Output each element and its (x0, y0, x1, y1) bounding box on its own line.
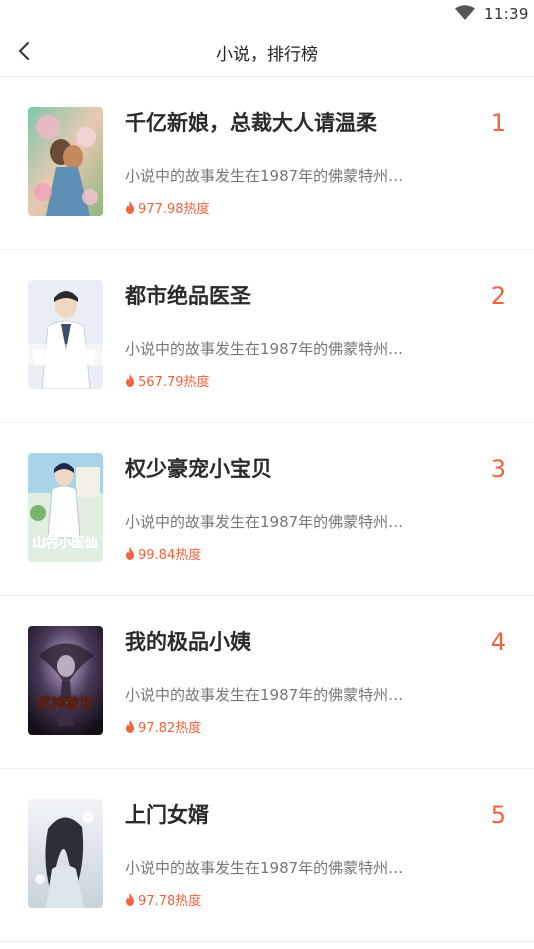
rank-number: 3 (490, 455, 506, 483)
book-title: 权少豪宠小宝贝 (125, 456, 272, 481)
book-description: 小说中的故事发生在1987年的佛蒙特州… (125, 167, 404, 185)
flame-icon (126, 374, 134, 387)
rank-number: 4 (490, 628, 506, 656)
heat-value: 977.98热度 (138, 202, 210, 217)
book-description: 小说中的故事发生在1987年的佛蒙特州… (125, 859, 404, 877)
heat-badge: 567.79热度 (125, 371, 210, 390)
book-title: 我的极品小姨 (125, 629, 251, 654)
ranking-list: 千亿新娘，总裁大人请温柔 1 小说中的故事发生在1987年的佛蒙特州… 977.… (0, 77, 534, 942)
nav-bar: 小说，排行榜 (0, 28, 534, 77)
list-item[interactable]: 山村小医仙 权少豪宠小宝贝 3 小说中的故事发生在1987年的佛蒙特州… 99.… (0, 423, 534, 596)
book-cover: 山村小医仙 (28, 453, 103, 562)
book-description: 小说中的故事发生在1987年的佛蒙特州… (125, 340, 404, 358)
book-description: 小说中的故事发生在1987年的佛蒙特州… (125, 513, 404, 531)
heat-value: 99.84热度 (138, 548, 202, 563)
book-cover: 都市医圣 (28, 280, 103, 389)
book-cover (28, 107, 103, 216)
list-item[interactable]: 武神破世 我的极品小姨 4 小说中的故事发生在1987年的佛蒙特州… 97.82… (0, 596, 534, 769)
list-item[interactable]: 都市医圣 都市绝品医圣 2 小说中的故事发生在1987年的佛蒙特州… 567.7… (0, 250, 534, 423)
cover-title: 都市医圣 (32, 348, 98, 367)
heat-badge: 97.82热度 (125, 717, 201, 736)
heat-value: 97.82热度 (138, 721, 202, 736)
heat-badge: 97.78热度 (125, 890, 201, 909)
rank-number: 2 (490, 282, 506, 310)
cover-title: 山村小医仙 (32, 535, 97, 551)
heat-badge: 977.98热度 (125, 198, 210, 217)
flame-icon (126, 893, 134, 906)
flame-icon (126, 201, 134, 214)
status-time: 11:39 (484, 5, 529, 23)
status-bar: 11:39 (0, 0, 534, 28)
rank-number: 1 (490, 109, 506, 137)
list-item[interactable]: 千亿新娘，总裁大人请温柔 1 小说中的故事发生在1987年的佛蒙特州… 977.… (0, 77, 534, 250)
book-cover: 武神破世 (28, 626, 103, 735)
book-description: 小说中的故事发生在1987年的佛蒙特州… (125, 686, 404, 704)
book-title: 都市绝品医圣 (125, 283, 251, 308)
rank-number: 5 (490, 801, 506, 829)
book-title: 千亿新娘，总裁大人请温柔 (125, 110, 377, 135)
flame-icon (126, 547, 134, 560)
wifi-icon (454, 5, 476, 25)
book-cover (28, 799, 103, 908)
heat-value: 97.78热度 (138, 894, 202, 909)
cover-title: 武神破世 (37, 695, 93, 712)
list-item[interactable]: 上门女婿 5 小说中的故事发生在1987年的佛蒙特州… 97.78热度 (0, 769, 534, 942)
flame-icon (126, 720, 134, 733)
book-title: 上门女婿 (125, 802, 209, 827)
heat-value: 567.79热度 (138, 375, 210, 390)
page-title: 小说，排行榜 (216, 45, 318, 65)
heat-badge: 99.84热度 (125, 544, 201, 563)
